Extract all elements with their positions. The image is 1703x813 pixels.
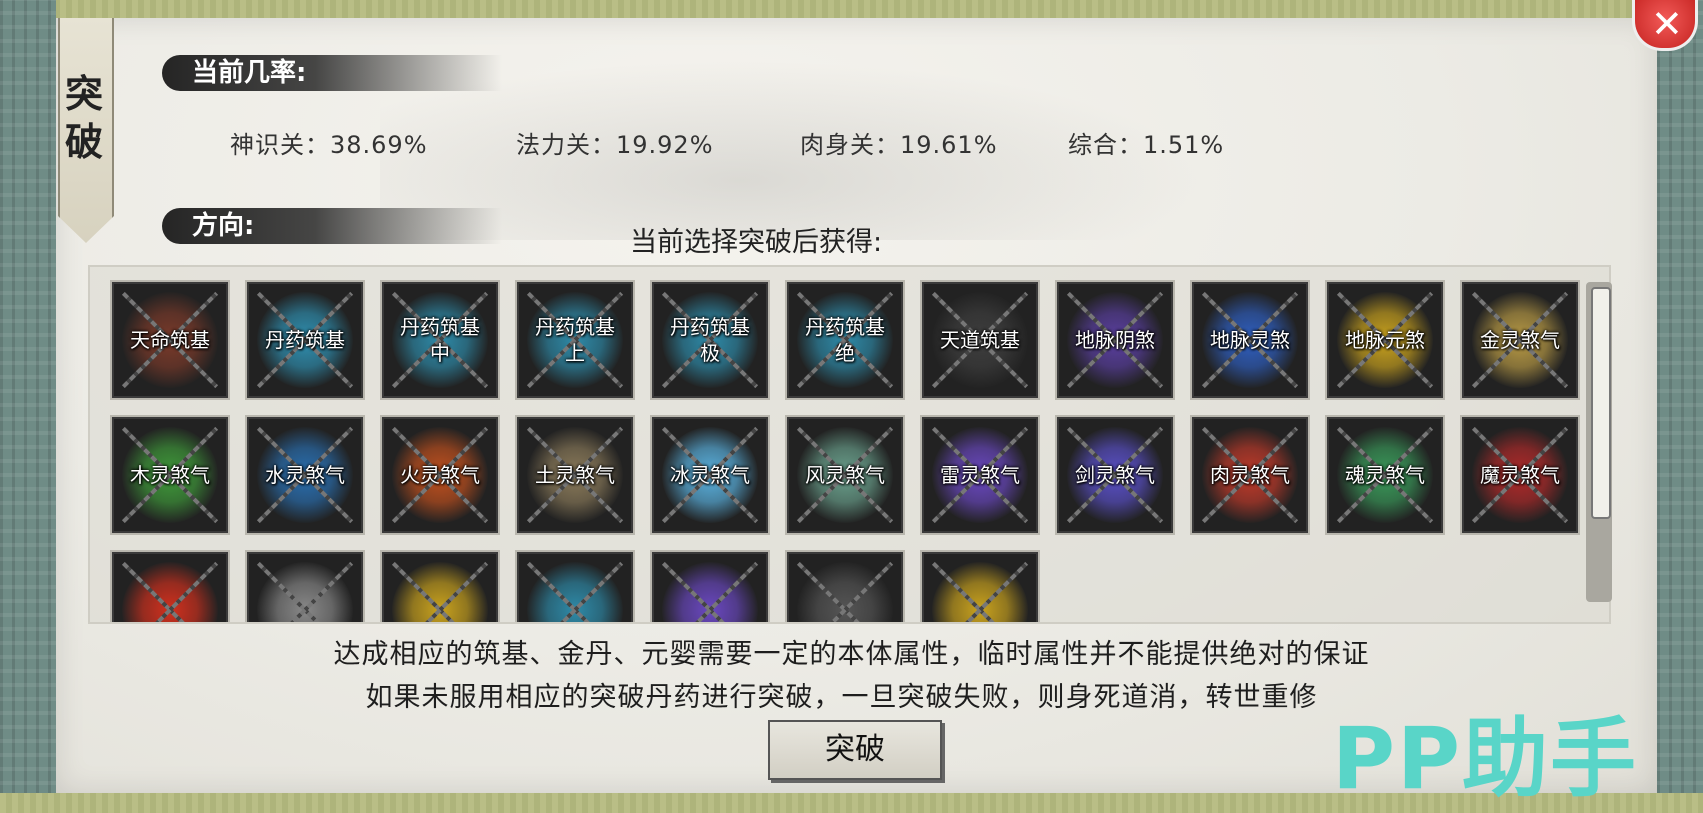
- item-label: 丹药筑基 上: [535, 315, 615, 365]
- item-label: 魂灵煞气: [1345, 463, 1425, 487]
- item-label: 水灵煞气: [265, 463, 345, 487]
- tab-label: 突 破: [64, 71, 103, 164]
- item-label: 金灵煞气: [1480, 328, 1560, 352]
- item-slot[interactable]: 水灵煞气: [247, 417, 363, 533]
- prob-fali: 法力关：19.92%: [516, 131, 714, 159]
- item-label: 丹药筑基: [265, 328, 345, 352]
- item-slot[interactable]: 土灵煞气: [517, 417, 633, 533]
- item-label: 地脉阴煞: [1075, 328, 1155, 352]
- item-slot[interactable]: 冰灵煞气: [652, 417, 768, 533]
- item-label: 丹药筑基 中: [400, 315, 480, 365]
- item-slot[interactable]: 丹药筑基 上: [517, 282, 633, 398]
- prob-total: 综合：1.51%: [1068, 131, 1225, 159]
- item-slot[interactable]: [787, 552, 903, 622]
- item-label: 丹药筑基 极: [670, 315, 750, 365]
- item-slot[interactable]: 风灵煞气: [787, 417, 903, 533]
- item-label: 魔灵煞气: [1480, 463, 1560, 487]
- item-slot[interactable]: 丹药筑基 绝: [787, 282, 903, 398]
- item-slot[interactable]: 魂灵煞气: [1327, 417, 1443, 533]
- item-label: 雷灵煞气: [940, 463, 1020, 487]
- item-slot[interactable]: 天命筑基: [112, 282, 228, 398]
- break-button[interactable]: 突破: [768, 720, 942, 780]
- item-label: 天道筑基: [940, 328, 1020, 352]
- item-slot[interactable]: 丹药筑基: [247, 282, 363, 398]
- item-label: 冰灵煞气: [670, 463, 750, 487]
- item-slot[interactable]: 地脉元煞: [1327, 282, 1443, 398]
- item-slot[interactable]: [652, 552, 768, 622]
- item-slot[interactable]: [382, 552, 498, 622]
- item-label: [654, 554, 766, 622]
- top-frame-border: [0, 0, 1703, 18]
- item-slot[interactable]: [517, 552, 633, 622]
- item-label: 风灵煞气: [805, 463, 885, 487]
- item-label: 火灵煞气: [400, 463, 480, 487]
- item-slot[interactable]: 剑灵煞气: [1057, 417, 1173, 533]
- item-label: 丹药筑基 绝: [805, 315, 885, 365]
- item-slot[interactable]: 雷灵煞气: [922, 417, 1038, 533]
- item-slot[interactable]: [247, 552, 363, 622]
- item-slot[interactable]: 天道筑基: [922, 282, 1038, 398]
- item-slot[interactable]: 火灵煞气: [382, 417, 498, 533]
- item-label: [924, 554, 1036, 622]
- item-label: 剑灵煞气: [1075, 463, 1155, 487]
- item-label: 地脉灵煞: [1210, 328, 1290, 352]
- item-grid: 天命筑基 丹药筑基 丹药筑基 中 丹药筑基 上 丹药筑基 极 丹药筑基 绝 天道筑基 地脉阴煞…: [88, 265, 1611, 624]
- gain-title: 当前选择突破后获得:: [630, 227, 883, 258]
- item-slot[interactable]: 地脉阴煞: [1057, 282, 1173, 398]
- item-slot[interactable]: 肉灵煞气: [1192, 417, 1308, 533]
- item-slot[interactable]: 地脉灵煞: [1192, 282, 1308, 398]
- item-label: [789, 554, 901, 622]
- item-slot[interactable]: [112, 552, 228, 622]
- watermark: PP助手: [1332, 709, 1639, 809]
- item-slot[interactable]: [922, 552, 1038, 622]
- item-slot[interactable]: 丹药筑基 中: [382, 282, 498, 398]
- item-label: [114, 554, 226, 622]
- item-label: 地脉元煞: [1345, 328, 1425, 352]
- prob-shenshi: 神识关：38.69%: [230, 131, 428, 159]
- item-slot[interactable]: 木灵煞气: [112, 417, 228, 533]
- item-label: [519, 554, 631, 622]
- item-slot[interactable]: 金灵煞气: [1462, 282, 1578, 398]
- probability-section-title: 当前几率:: [162, 55, 502, 91]
- item-label: 天命筑基: [130, 328, 210, 352]
- item-label: 土灵煞气: [535, 463, 615, 487]
- grid-scrollbar-thumb[interactable]: [1591, 287, 1611, 519]
- item-slot[interactable]: 魔灵煞气: [1462, 417, 1578, 533]
- prob-roushen: 肉身关：19.61%: [800, 131, 998, 159]
- direction-section-title: 方向:: [162, 208, 502, 244]
- item-slot[interactable]: 丹药筑基 极: [652, 282, 768, 398]
- item-label: 肉灵煞气: [1210, 463, 1290, 487]
- item-label: [384, 554, 496, 622]
- notice-line-1: 达成相应的筑基、金丹、元婴需要一定的本体属性，临时属性并不能提供绝对的保证: [333, 639, 1370, 670]
- item-label: 木灵煞气: [130, 463, 210, 487]
- close-icon: ✕: [1651, 2, 1683, 46]
- item-label: [249, 554, 361, 622]
